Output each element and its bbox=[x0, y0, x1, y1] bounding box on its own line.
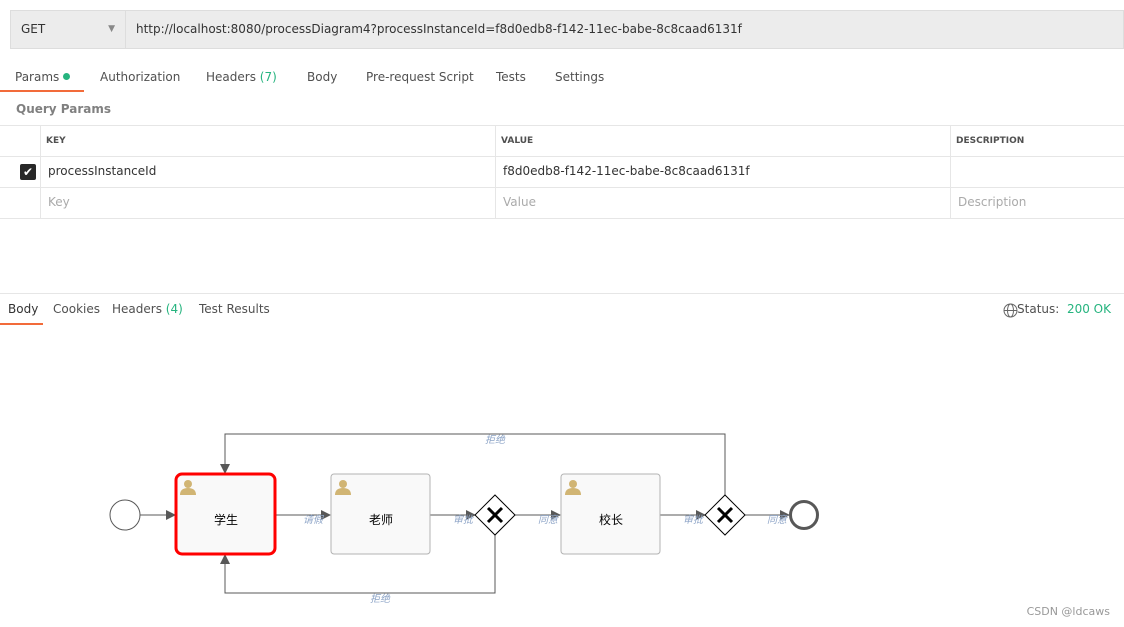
exclusive-gateway bbox=[704, 494, 746, 536]
flow-label: 同意 bbox=[538, 514, 559, 526]
flow-label: 拒绝 bbox=[370, 593, 391, 605]
process-diagram: 学生 老师 校长 请假 审批 同意 审批 同意 拒绝 拒绝 bbox=[109, 433, 819, 605]
exclusive-gateway bbox=[474, 494, 516, 536]
task-label: 学生 bbox=[214, 512, 238, 527]
flow-label: 请假 bbox=[303, 514, 325, 526]
task-label: 老师 bbox=[369, 513, 393, 527]
flow-label: 拒绝 bbox=[485, 434, 506, 446]
end-event bbox=[789, 500, 819, 530]
watermark: CSDN @ldcaws bbox=[1026, 605, 1110, 618]
flow-label: 审批 bbox=[453, 514, 474, 526]
flow-label: 审批 bbox=[683, 514, 704, 526]
flow-label: 同意 bbox=[767, 514, 788, 526]
task-label: 校长 bbox=[599, 512, 623, 527]
start-event bbox=[109, 499, 141, 531]
